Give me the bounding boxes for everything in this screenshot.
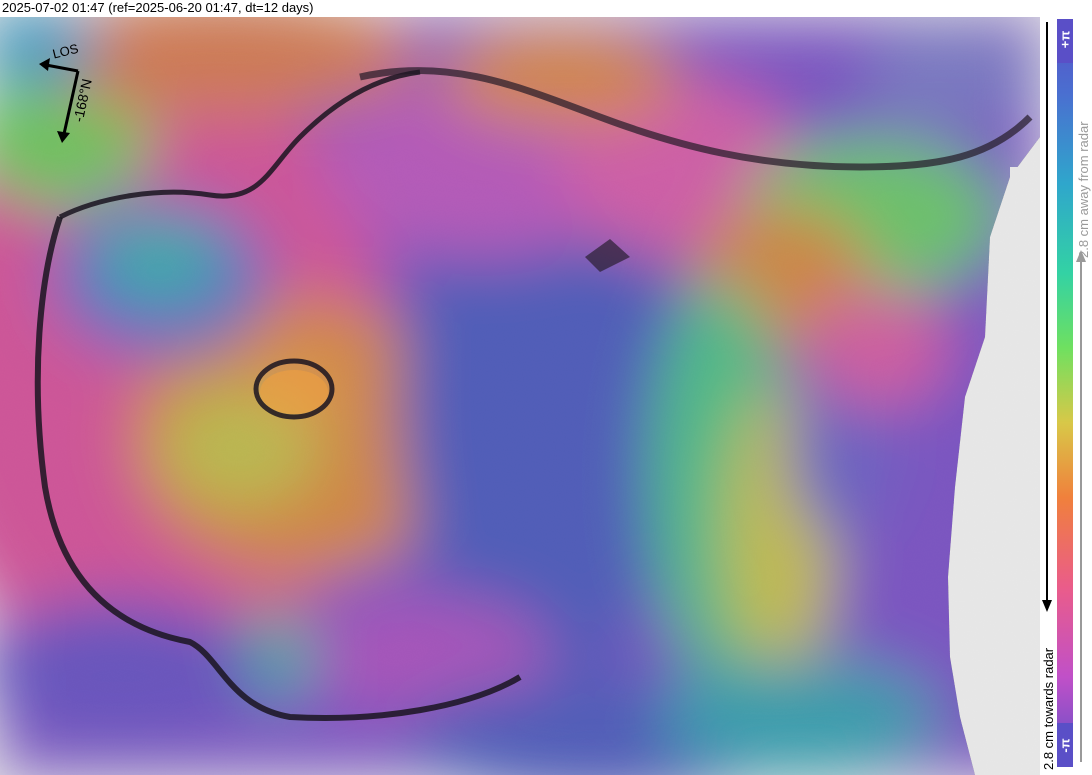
phase-colorbar <box>1057 19 1073 767</box>
interferogram-map[interactable] <box>0 17 1040 775</box>
plus-pi-label: +π <box>1057 30 1073 48</box>
colorbar-bottom-label: -π <box>1057 727 1073 763</box>
minus-pi-label: -π <box>1057 737 1073 753</box>
away-from-radar-label: 2.8 cm away from radar <box>1076 121 1091 258</box>
map-canvas <box>0 17 1040 775</box>
towards-radar-label: 2.8 cm towards radar <box>1041 647 1056 770</box>
los-arrows <box>39 58 80 143</box>
colorbar-top-label: +π <box>1057 21 1073 57</box>
interferogram-figure: 2025-07-02 01:47 (ref=2025-06-20 01:47, … <box>0 0 1092 775</box>
colorbar-gradient <box>1057 19 1073 767</box>
